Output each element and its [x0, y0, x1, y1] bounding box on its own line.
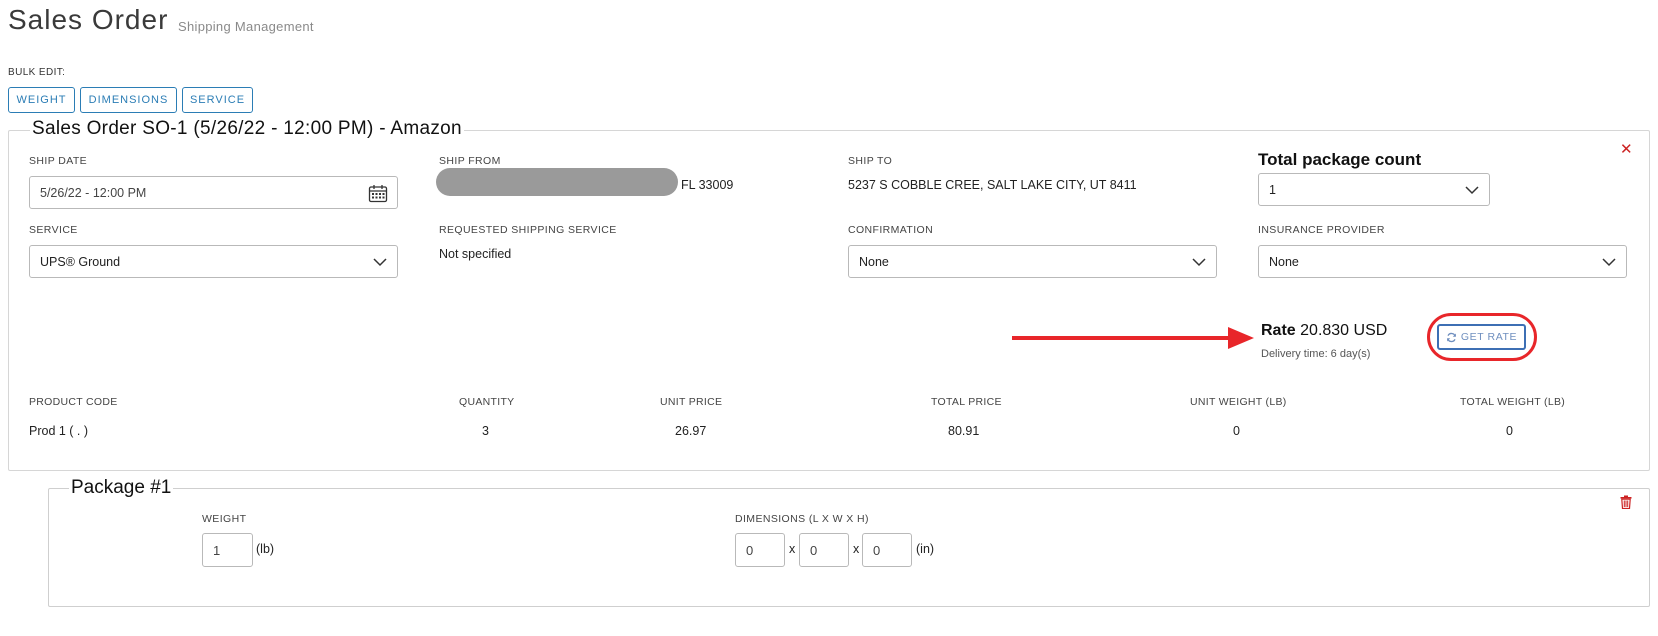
- chevron-down-icon: [1465, 186, 1479, 195]
- get-rate-button[interactable]: GET RATE: [1437, 324, 1526, 350]
- insurance-value: None: [1269, 254, 1299, 269]
- sales-order-legend: Sales Order SO-1 (5/26/22 - 12:00 PM) - …: [30, 118, 464, 140]
- rate-label: Rate: [1261, 322, 1296, 339]
- total-package-count-label: Total package count: [1258, 150, 1422, 169]
- ship-date-input[interactable]: 5/26/22 - 12:00 PM: [29, 176, 398, 209]
- cell-unit-price: 26.97: [675, 424, 707, 438]
- weight-value: 1: [213, 542, 221, 558]
- bulk-dimensions-button[interactable]: DIMENSIONS: [80, 87, 177, 113]
- redacted-address: [436, 168, 678, 196]
- trash-icon[interactable]: [1620, 495, 1632, 509]
- cell-quantity: 3: [482, 424, 489, 438]
- cell-unit-weight: 0: [1233, 424, 1240, 438]
- package-legend: Package #1: [69, 477, 174, 499]
- dimensions-label: DIMENSIONS (L X W X H): [735, 513, 869, 525]
- confirmation-label: CONFIRMATION: [848, 224, 934, 236]
- ship-from-value: FL 33009: [681, 178, 734, 192]
- calendar-icon[interactable]: [368, 184, 388, 203]
- weight-unit: (lb): [256, 542, 275, 556]
- length-value: 0: [746, 542, 754, 558]
- col-total-weight: TOTAL WEIGHT (LB): [1460, 396, 1566, 408]
- total-package-count-value: 1: [1269, 182, 1276, 197]
- insurance-label: INSURANCE PROVIDER: [1258, 224, 1385, 236]
- ship-from-label: SHIP FROM: [439, 155, 501, 167]
- weight-label: WEIGHT: [202, 513, 247, 525]
- page-title: Sales Order: [8, 4, 169, 35]
- service-label: SERVICE: [29, 224, 78, 236]
- col-product-code: PRODUCT CODE: [29, 396, 118, 408]
- dimension-separator: x: [789, 542, 796, 556]
- dimension-unit: (in): [916, 542, 935, 556]
- chevron-down-icon: [1192, 258, 1206, 267]
- package-panel: [48, 488, 1650, 607]
- width-value: 0: [810, 542, 818, 558]
- cell-total-weight: 0: [1506, 424, 1513, 438]
- chevron-down-icon: [1602, 258, 1616, 267]
- col-unit-price: UNIT PRICE: [660, 396, 723, 408]
- requested-service-label: REQUESTED SHIPPING SERVICE: [439, 224, 617, 236]
- bulk-weight-button[interactable]: WEIGHT: [8, 87, 75, 113]
- weight-input[interactable]: 1: [202, 533, 253, 567]
- get-rate-label: GET RATE: [1460, 331, 1518, 343]
- dimension-separator: x: [853, 542, 860, 556]
- page-subtitle: Shipping Management: [178, 19, 314, 34]
- rate-value: 20.830 USD: [1300, 322, 1388, 339]
- delivery-time: Delivery time: 6 day(s): [1261, 348, 1371, 360]
- bulk-edit-label: BULK EDIT:: [8, 67, 66, 78]
- height-input[interactable]: 0: [862, 533, 912, 567]
- service-value: UPS® Ground: [40, 254, 121, 269]
- height-value: 0: [873, 542, 881, 558]
- total-package-count-select[interactable]: 1: [1258, 173, 1490, 206]
- cell-product-code: Prod 1 ( . ): [29, 424, 89, 438]
- ship-date-value: 5/26/22 - 12:00 PM: [40, 185, 147, 200]
- service-select[interactable]: UPS® Ground: [29, 245, 398, 278]
- insurance-select[interactable]: None: [1258, 245, 1627, 278]
- ship-to-label: SHIP TO: [848, 155, 893, 167]
- bulk-service-button[interactable]: SERVICE: [182, 87, 253, 113]
- requested-service-value: Not specified: [439, 247, 512, 261]
- col-unit-weight: UNIT WEIGHT (LB): [1190, 396, 1287, 408]
- col-total-price: TOTAL PRICE: [931, 396, 1002, 408]
- cell-total-price: 80.91: [948, 424, 980, 438]
- confirmation-value: None: [859, 254, 889, 269]
- width-input[interactable]: 0: [799, 533, 849, 567]
- close-icon[interactable]: ✕: [1620, 140, 1633, 158]
- ship-to-value: 5237 S COBBLE CREE, SALT LAKE CITY, UT 8…: [848, 178, 1137, 192]
- refresh-icon: [1446, 332, 1456, 342]
- ship-date-label: SHIP DATE: [29, 155, 88, 167]
- confirmation-select[interactable]: None: [848, 245, 1217, 278]
- col-quantity: QUANTITY: [459, 396, 515, 408]
- length-input[interactable]: 0: [735, 533, 785, 567]
- red-arrow-annotation: [1012, 327, 1254, 349]
- chevron-down-icon: [373, 258, 387, 267]
- rate-display: Rate 20.830 USD: [1261, 322, 1387, 340]
